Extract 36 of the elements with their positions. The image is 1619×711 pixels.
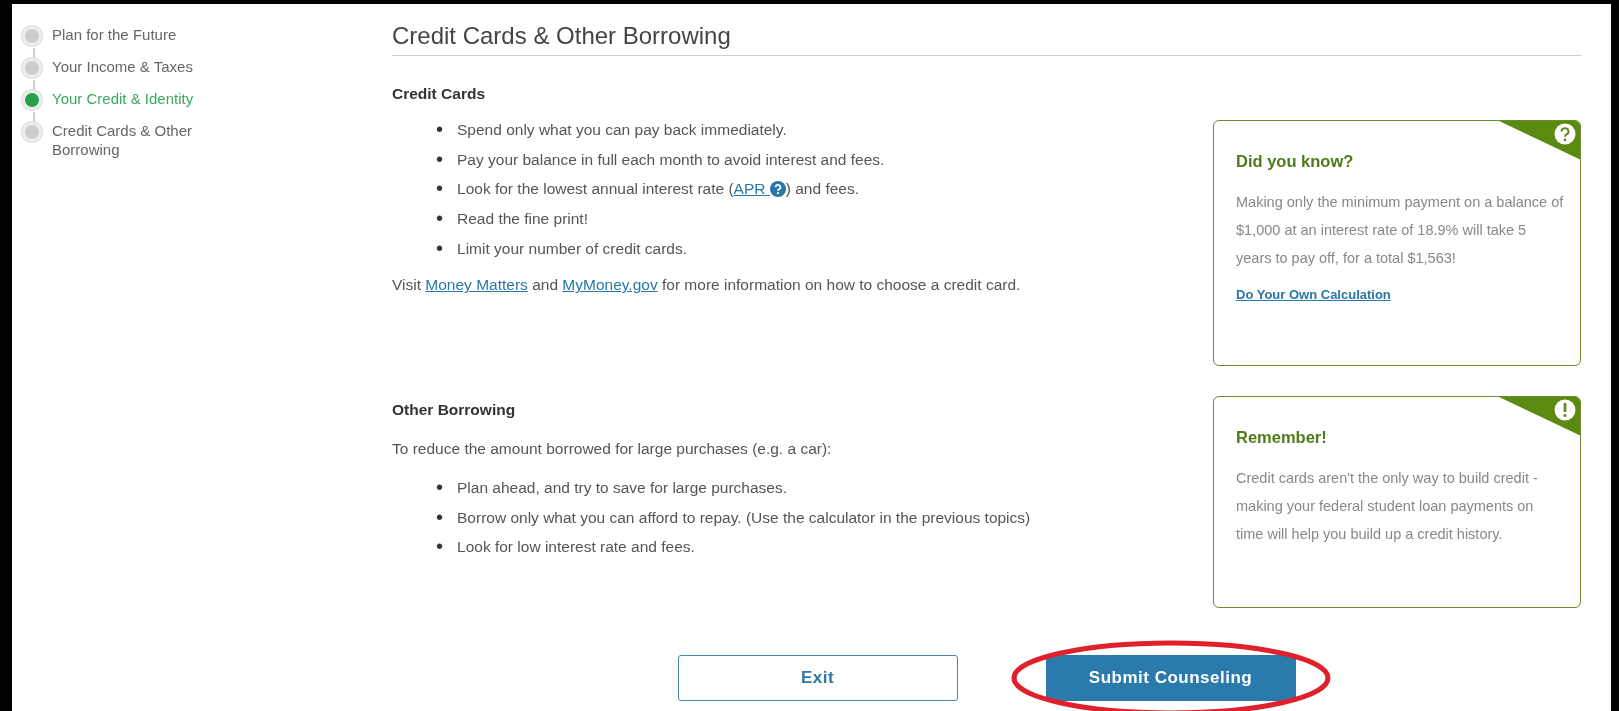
section-heading: Credit Cards [392, 83, 487, 104]
info-text: Visit Money Matters and MyMoney.gov for more information on how to choose a credit card. [392, 275, 1022, 296]
bullet-item: Plan ahead, and try to save for large purchases. [457, 477, 788, 498]
bullet-mark: • [436, 476, 443, 499]
step-label[interactable]: Plan for the Future [52, 26, 232, 45]
page-title: Credit Cards & Other Borrowing [392, 22, 1581, 56]
step-label[interactable]: Your Credit & Identity [52, 90, 232, 109]
step-label[interactable]: Credit Cards & Other Borrowing [52, 122, 232, 160]
bullet-mark: • [436, 237, 443, 260]
tip-text: Making only the minimum payment on a balance of $1,000 at an interest rate of 18.9% will take 5 years to pay off, for a total $1,563! [1236, 192, 1564, 269]
tip-title: Remember! [1236, 426, 1328, 448]
bullet-item: Look for low interest rate and fees. [457, 537, 695, 558]
bullet-item: Read the fine print! [457, 209, 588, 230]
bullet-item: Look for the lowest annual interest rate (APR ) and fees. [457, 179, 860, 200]
apr-link[interactable]: APR [733, 180, 786, 198]
bullet-item: Pay your balance in full each month to avoid interest and fees. [457, 149, 885, 170]
section-heading: Other Borrowing [392, 399, 517, 420]
bullet-item: Borrow only what you can afford to repay. (Use the calculator in the previous topics) [457, 507, 1031, 528]
exit-button[interactable]: Exit [677, 655, 958, 701]
bullet-mark: • [436, 506, 443, 529]
calculation-link[interactable]: Do Your Own Calculation [1236, 287, 1391, 303]
submit-button[interactable]: Submit Counseling [1045, 655, 1296, 701]
bullet-mark: • [436, 178, 443, 201]
tip-text: Credit cards aren't the only way to build credit - making your federal student loan payments on time will help you build up a credit history. [1236, 468, 1539, 545]
text-link[interactable]: MyMoney.gov [562, 276, 658, 294]
bullet-item: Spend only what you can pay back immediately. [457, 120, 787, 141]
bullet-mark: • [436, 119, 443, 141]
intro-text: To reduce the amount borrowed for large purchases (e.g. a car): [392, 439, 833, 460]
text-link[interactable]: Money Matters [425, 276, 528, 294]
tip-title: Did you know? [1236, 150, 1355, 172]
help-icon[interactable] [769, 181, 786, 198]
bullet-mark: • [436, 148, 443, 171]
bullet-mark: • [436, 536, 443, 558]
step-label[interactable]: Your Income & Taxes [52, 58, 232, 77]
bullet-item: Limit your number of credit cards. [457, 238, 688, 259]
bullet-mark: • [436, 208, 443, 230]
